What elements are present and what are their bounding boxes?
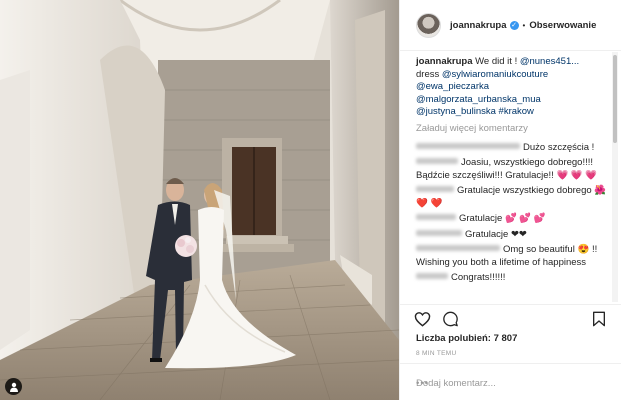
likes-count[interactable]: Liczba polubień: 7 807: [416, 333, 517, 344]
comment-username-blurred[interactable]: [416, 158, 458, 164]
post-caption: joannakrupa We did it ! @nunes451... dre…: [416, 56, 610, 119]
comment-emoji: 💗 💗 💗: [556, 169, 598, 181]
comment-text: Congrats!!!!!!: [451, 272, 506, 283]
comment-item: Gratulacje ❤❤: [416, 229, 610, 242]
comment-username-blurred[interactable]: [416, 214, 456, 220]
header-username[interactable]: joannakrupa: [450, 20, 507, 31]
caption-dress-label: dress: [416, 68, 442, 80]
post-sidebar: joannakrupa ✓ • Obserwowanie joannakrupa…: [399, 0, 621, 400]
comment-item: Omg so beautiful 😍 !! Wishing you both a…: [416, 244, 610, 269]
heart-icon[interactable]: [414, 311, 431, 327]
post-actions: Liczba polubień: 7 807 8 MIN TEMU Dodaj …: [400, 304, 621, 400]
post-timestamp[interactable]: 8 MIN TEMU: [416, 350, 456, 357]
bookmark-icon[interactable]: [592, 311, 606, 327]
comment-text: Gratulacje: [465, 228, 511, 240]
wedding-photo-illustration: [0, 0, 399, 400]
caption-username[interactable]: joannakrupa: [416, 56, 473, 67]
action-icons: [414, 311, 459, 327]
more-options-icon[interactable]: •••: [416, 378, 429, 389]
post-photo[interactable]: [0, 0, 399, 400]
avatar[interactable]: [416, 12, 441, 38]
header-separator: •: [522, 20, 526, 30]
caption-mention-main[interactable]: @nunes451...: [520, 56, 579, 67]
comment-item: Joasiu, wszystkiego dobrego!!!! Bądźcie …: [416, 157, 610, 182]
caption-text: We did it !: [475, 56, 520, 67]
follow-button[interactable]: Obserwowanie: [529, 20, 596, 31]
comment-username-blurred[interactable]: [416, 142, 520, 149]
comment-icon[interactable]: [442, 311, 459, 327]
comment-username-blurred[interactable]: [416, 245, 500, 251]
comment-item: Gratulacje wszystkiego dobrego 🌺 ❤️ ❤️: [416, 185, 610, 210]
comment-username-blurred[interactable]: [416, 186, 454, 192]
caption-mention[interactable]: @sylwiaromaniukcouture: [442, 69, 548, 80]
comment-emoji: 💕 💕 💕: [504, 213, 546, 224]
caption-mention[interactable]: @malgorzata_urbanska_mua: [416, 94, 610, 107]
comment-item: Congrats!!!!!!: [416, 272, 610, 285]
comment-emoji: 😍: [577, 244, 590, 255]
comments-scrollbar[interactable]: [612, 52, 618, 302]
comment-username-blurred[interactable]: [416, 273, 448, 279]
load-more-comments-link[interactable]: Załaduj więcej komentarzy: [416, 123, 610, 135]
caption-mention[interactable]: @justyna_bulinska: [416, 106, 496, 117]
comment-username-blurred[interactable]: [416, 229, 462, 236]
user-tag-icon: [9, 382, 18, 392]
caption-mention[interactable]: @ewa_pieczarka: [416, 81, 610, 94]
comment-text: Gratulacje wszystkiego dobrego: [457, 185, 595, 196]
comment-item: Dużo szczęścia !: [416, 142, 610, 155]
comment-text: Omg so beautiful: [503, 244, 578, 255]
caption-hashtag[interactable]: #krakow: [499, 106, 534, 117]
verified-badge-icon: ✓: [509, 20, 519, 30]
comment-item: Gratulacje 💕 💕 💕: [416, 213, 610, 226]
comment-text: Gratulacje: [459, 213, 505, 224]
user-tag-button[interactable]: [5, 378, 22, 395]
comment-emoji: ❤❤: [510, 228, 527, 240]
comments-list[interactable]: joannakrupa We did it ! @nunes451... dre…: [400, 56, 614, 302]
comment-text: Dużo szczęścia !: [523, 141, 595, 153]
scrollbar-thumb[interactable]: [613, 55, 617, 143]
instagram-post-view: joannakrupa ✓ • Obserwowanie joannakrupa…: [0, 0, 621, 400]
add-comment-field[interactable]: Dodaj komentarz... •••: [400, 363, 621, 400]
post-header: joannakrupa ✓ • Obserwowanie: [400, 0, 621, 51]
